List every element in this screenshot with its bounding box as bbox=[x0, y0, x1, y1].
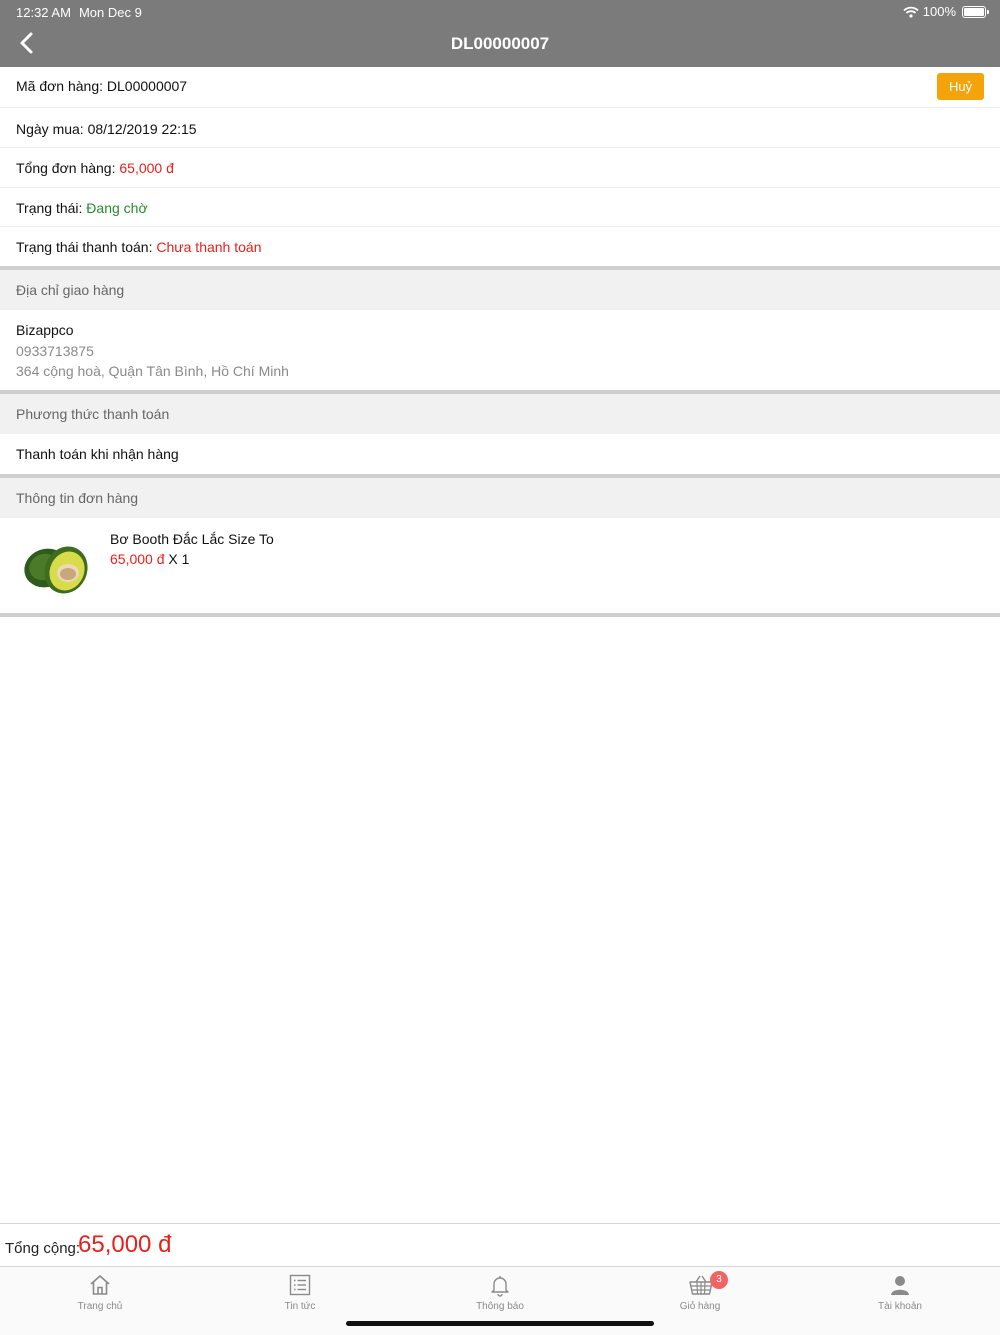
product-price: 65,000 đ bbox=[110, 551, 165, 567]
product-image bbox=[24, 546, 88, 594]
cart-badge: 3 bbox=[710, 1271, 728, 1289]
tab-label: Thông báo bbox=[476, 1301, 524, 1312]
total-label: Tổng cộng: bbox=[5, 1240, 81, 1257]
payment-method-section-header: Phương thức thanh toán bbox=[0, 394, 1000, 434]
home-indicator bbox=[346, 1321, 654, 1326]
navigation-bar: 12:32 AM Mon Dec 9 100% DL00000007 bbox=[0, 0, 1000, 67]
order-status-row: Trạng thái: Đang chờ bbox=[0, 188, 1000, 227]
cancel-order-button[interactable]: Huỷ bbox=[937, 73, 984, 100]
total-bar: Tổng cộng: 65,000 đ bbox=[0, 1223, 1000, 1267]
payment-status-value: Chưa thanh toán bbox=[156, 239, 262, 255]
order-total-label: Tổng đơn hàng: bbox=[16, 160, 116, 176]
tab-home[interactable]: Trang chủ bbox=[0, 1267, 200, 1323]
order-code-row: Mã đơn hàng: DL00000007 bbox=[0, 67, 1000, 108]
order-total-value: 65,000 đ bbox=[119, 160, 174, 176]
bell-icon bbox=[491, 1276, 509, 1297]
order-status-label: Trạng thái: bbox=[16, 200, 83, 216]
order-info-section-header: Thông tin đơn hàng bbox=[0, 478, 1000, 518]
shipping-address: 364 cộng hoà, Quận Tân Bình, Hồ Chí Minh bbox=[16, 363, 289, 379]
wifi-icon bbox=[903, 6, 919, 18]
battery-icon bbox=[962, 5, 989, 18]
tab-label: Giỏ hàng bbox=[679, 1301, 721, 1312]
payment-status-text: Trạng thái thanh toán: Chưa thanh toán bbox=[16, 239, 261, 255]
shipping-heading: Địa chỉ giao hàng bbox=[16, 282, 125, 298]
payment-method-heading: Phương thức thanh toán bbox=[16, 406, 170, 422]
total-value: 65,000 đ bbox=[78, 1231, 172, 1258]
news-list-icon bbox=[289, 1274, 311, 1296]
order-info-heading: Thông tin đơn hàng bbox=[16, 490, 139, 506]
order-status-text: Trạng thái: Đang chờ bbox=[16, 200, 148, 216]
order-date-value: 08/12/2019 22:15 bbox=[87, 121, 197, 137]
order-code-text: Mã đơn hàng: DL00000007 bbox=[16, 78, 187, 94]
payment-status-label: Trạng thái thanh toán: bbox=[16, 239, 153, 255]
tab-notifications[interactable]: Thông báo bbox=[400, 1267, 600, 1323]
payment-method-value: Thanh toán khi nhận hàng bbox=[16, 446, 179, 462]
shipping-name: Bizappco bbox=[16, 322, 74, 338]
product-name: Bơ Booth Đắc Lắc Size To bbox=[110, 531, 274, 547]
order-total-text: Tổng đơn hàng: 65,000 đ bbox=[16, 160, 174, 176]
status-time: 12:32 AM bbox=[16, 5, 71, 20]
order-total-row: Tổng đơn hàng: 65,000 đ bbox=[0, 148, 1000, 188]
shipping-section-header: Địa chỉ giao hàng bbox=[0, 270, 1000, 310]
order-date-label: Ngày mua: bbox=[16, 121, 84, 137]
order-date-text: Ngày mua: 08/12/2019 22:15 bbox=[16, 121, 197, 137]
tab-label: Tài khoản bbox=[878, 1301, 922, 1312]
order-code-label: Mã đơn hàng: bbox=[16, 78, 104, 94]
product-quantity: X 1 bbox=[168, 551, 190, 567]
home-icon bbox=[90, 1275, 110, 1295]
page-title: DL00000007 bbox=[450, 34, 550, 53]
battery-percent: 100% bbox=[922, 4, 956, 19]
product-price-line: 65,000 đ X 1 bbox=[110, 551, 189, 567]
order-code-value: DL00000007 bbox=[106, 78, 188, 94]
payment-status-row: Trạng thái thanh toán: Chưa thanh toán bbox=[0, 227, 1000, 266]
shipping-phone: 0933713875 bbox=[16, 343, 94, 359]
order-status-value: Đang chờ bbox=[86, 200, 148, 216]
status-date: Mon Dec 9 bbox=[78, 5, 142, 20]
tab-cart[interactable]: 3 Giỏ hàng bbox=[600, 1267, 800, 1323]
status-bar-time: 12:32 AM Mon Dec 9 bbox=[16, 5, 142, 20]
user-icon bbox=[891, 1276, 909, 1295]
status-bar-right: 100% bbox=[903, 4, 989, 19]
tab-news[interactable]: Tin tức bbox=[200, 1267, 400, 1323]
section-divider bbox=[0, 613, 1000, 617]
tab-label: Tin tức bbox=[284, 1301, 316, 1312]
tab-label: Trang chủ bbox=[77, 1301, 123, 1312]
order-date-row: Ngày mua: 08/12/2019 22:15 bbox=[0, 108, 1000, 148]
tab-account[interactable]: Tài khoản bbox=[800, 1267, 1000, 1323]
